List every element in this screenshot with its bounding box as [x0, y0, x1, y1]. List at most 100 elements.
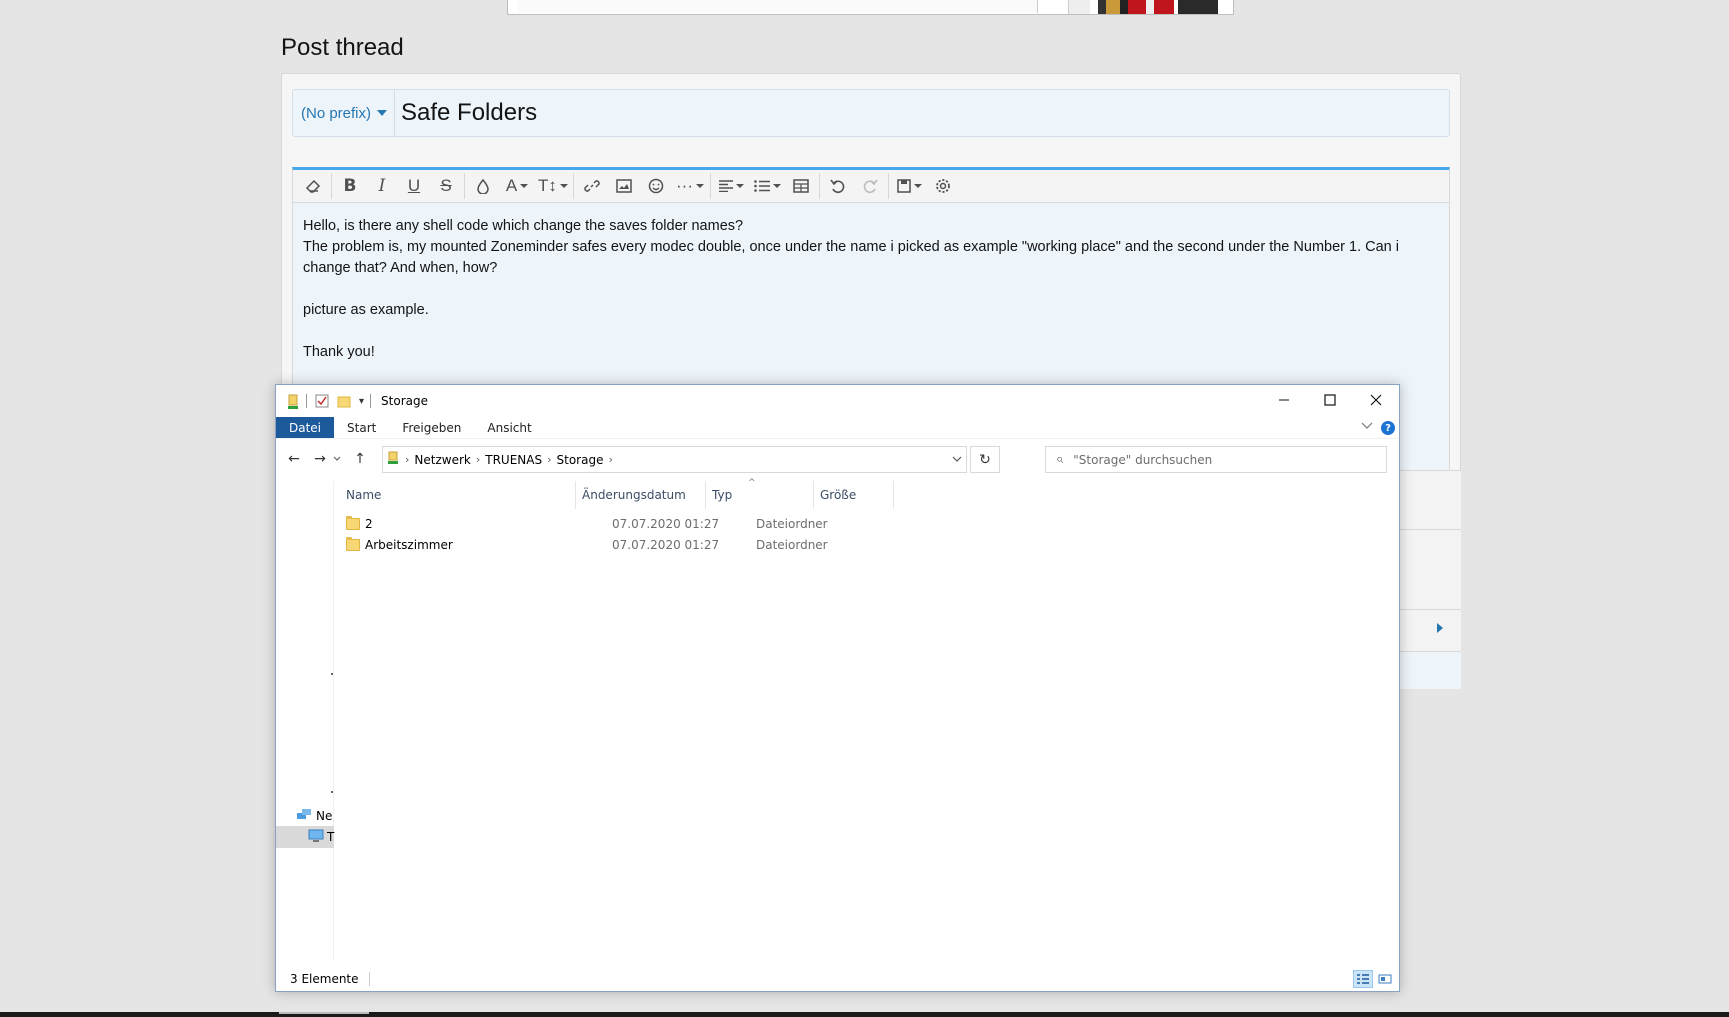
editor-blank-line: [303, 279, 1439, 300]
strikethrough-icon[interactable]: S: [430, 171, 462, 201]
taskbar-edge: [0, 1012, 1729, 1017]
navpane-truenas[interactable]: T: [276, 826, 334, 848]
toolbar-separator: [331, 173, 332, 199]
list-icon[interactable]: [749, 171, 785, 201]
up-arrow-icon[interactable]: ↑: [348, 447, 372, 471]
navigation-pane: Ne T: [276, 481, 334, 961]
item-count: 3 Elemente: [290, 972, 359, 986]
toolbar-separator: [573, 173, 574, 199]
italic-icon[interactable]: I: [366, 171, 398, 201]
window-title: Storage: [381, 394, 428, 408]
undo-icon[interactable]: [822, 171, 854, 201]
chevron-right-icon: ›: [608, 453, 613, 466]
file-name: Arbeitszimmer: [365, 537, 453, 552]
tree-dot: [331, 673, 333, 675]
tab-freigeben[interactable]: Freigeben: [389, 417, 474, 438]
toolbar-separator: [710, 173, 711, 199]
drafts-icon[interactable]: [891, 171, 927, 201]
file-row[interactable]: Arbeitszimmer 07.07.2020 01:27 Dateiordn…: [346, 534, 886, 555]
more-options-icon[interactable]: ···: [672, 171, 708, 201]
redo-icon[interactable]: [854, 171, 886, 201]
caret-right-icon[interactable]: [1437, 623, 1443, 633]
file-type: Dateiordner: [756, 516, 828, 531]
network-drive-icon: [387, 451, 399, 468]
panel-footer: [1399, 651, 1461, 689]
tab-ansicht[interactable]: Ansicht: [474, 417, 544, 438]
font-family-icon[interactable]: A: [499, 171, 535, 201]
minimize-icon[interactable]: [1261, 385, 1307, 415]
editor-content[interactable]: Hello, is there any shell code which cha…: [303, 216, 1439, 363]
search-input[interactable]: ⌕ "Storage" durchsuchen: [1045, 446, 1387, 473]
editor-line: picture as example.: [303, 302, 429, 318]
eraser-icon[interactable]: [297, 171, 329, 201]
chevron-right-icon: ›: [547, 453, 552, 466]
page-title: Post thread: [281, 34, 404, 61]
large-icons-view-icon[interactable]: [1375, 970, 1395, 988]
underline-icon[interactable]: U: [398, 171, 430, 201]
editor-line: Hello, is there any shell code which cha…: [303, 218, 744, 234]
file-row[interactable]: 2 07.07.2020 01:27 Dateiordner: [346, 513, 886, 534]
search-icon: ⌕: [1056, 452, 1064, 467]
new-folder-icon[interactable]: [337, 394, 351, 408]
link-icon[interactable]: [576, 171, 608, 201]
panel-divider: [1399, 529, 1461, 530]
gear-icon[interactable]: [927, 171, 959, 201]
emoji-icon[interactable]: [640, 171, 672, 201]
image-icon[interactable]: [608, 171, 640, 201]
panel-divider: [1399, 609, 1461, 610]
chevron-right-icon: ›: [405, 453, 410, 466]
bold-icon[interactable]: B: [334, 171, 366, 201]
file-explorer-window: ▾ Storage Datei Start Freigeben Ansicht …: [275, 384, 1400, 992]
details-view-icon[interactable]: [1353, 970, 1373, 988]
recent-locations-icon[interactable]: [330, 447, 344, 471]
folder-icon: [346, 515, 360, 530]
banner-block: [1178, 0, 1218, 14]
forward-arrow-icon[interactable]: →: [308, 447, 332, 471]
file-list: ^ Name Änderungsdatum Typ Größe 2 07.07.…: [334, 478, 1399, 961]
column-name[interactable]: Name: [340, 481, 576, 509]
computer-icon: [308, 829, 324, 846]
tab-datei[interactable]: Datei: [276, 417, 335, 438]
window-titlebar[interactable]: ▾ Storage: [276, 385, 1399, 417]
editor-toolbar: B I U S A T↕ ···: [293, 170, 1449, 203]
toolbar-separator: [888, 173, 889, 199]
text-color-icon[interactable]: [467, 171, 499, 201]
breadcrumb-truenas[interactable]: TRUENAS: [485, 453, 542, 467]
form-side-panel: [1399, 470, 1461, 689]
address-bar[interactable]: › Netzwerk › TRUENAS › Storage ›: [382, 446, 967, 473]
close-icon[interactable]: [1353, 385, 1399, 415]
banner-field: [518, 0, 1038, 13]
banner-block: [1154, 0, 1174, 14]
properties-icon[interactable]: [315, 394, 329, 408]
tab-start[interactable]: Start: [334, 417, 389, 438]
column-type[interactable]: Typ: [706, 481, 814, 509]
folder-icon: [346, 536, 360, 551]
maximize-icon[interactable]: [1307, 385, 1353, 415]
navpane-network[interactable]: Ne: [276, 805, 334, 827]
navigation-bar: ← → ↑ › Netzwerk › TRUENAS › Storage › ↻…: [276, 444, 1399, 474]
banner-block: [1098, 0, 1106, 14]
help-icon[interactable]: ?: [1381, 421, 1395, 435]
file-date: 07.07.2020 01:27: [612, 537, 720, 552]
chevron-down-icon[interactable]: [952, 452, 962, 466]
file-name: 2: [365, 516, 373, 531]
editor-line: The problem is, my mounted Zoneminder sa…: [303, 239, 1399, 276]
column-size[interactable]: Größe: [814, 481, 894, 509]
expand-ribbon-icon[interactable]: [1361, 419, 1373, 433]
align-icon[interactable]: [713, 171, 749, 201]
prefix-dropdown[interactable]: (No prefix): [293, 90, 395, 136]
banner-block: [1068, 0, 1090, 14]
font-size-icon[interactable]: T↕: [535, 171, 571, 201]
column-date[interactable]: Änderungsdatum: [576, 481, 706, 509]
back-arrow-icon[interactable]: ←: [282, 447, 306, 471]
customize-quick-access-icon[interactable]: ▾: [359, 396, 364, 407]
navpane-label: Ne: [316, 809, 333, 823]
ribbon-tabs: Datei Start Freigeben Ansicht: [276, 417, 1399, 439]
editor-line: Thank you!: [303, 344, 375, 360]
qa-separator: [306, 394, 307, 408]
breadcrumb-netzwerk[interactable]: Netzwerk: [414, 453, 470, 467]
refresh-icon[interactable]: ↻: [970, 446, 1000, 473]
table-icon[interactable]: [785, 171, 817, 201]
thread-title-input[interactable]: Safe Folders: [401, 90, 537, 136]
breadcrumb-storage[interactable]: Storage: [557, 453, 604, 467]
